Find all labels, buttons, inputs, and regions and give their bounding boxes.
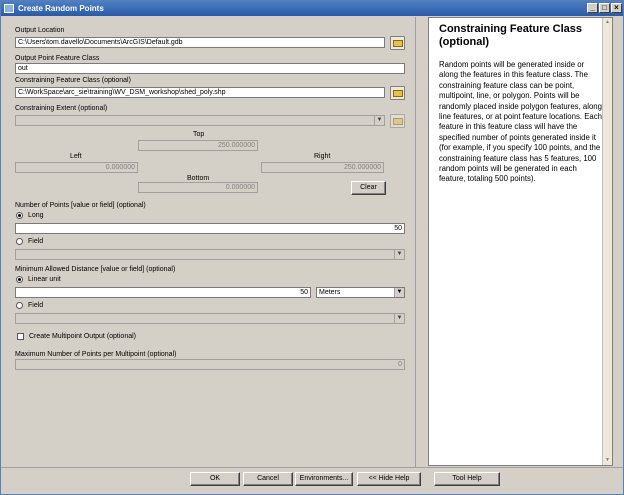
min-distance-label: Minimum Allowed Distance [value or field… [15, 266, 176, 273]
folder-icon [393, 90, 403, 97]
min-distance-unit-value: Meters [319, 289, 341, 296]
extent-right-label: Right [314, 153, 331, 160]
parameters-panel: Output Location C:\Users\tom.davello\Doc… [11, 18, 411, 466]
min-distance-field-label: Field [28, 302, 44, 309]
folder-icon [393, 118, 403, 125]
extent-left-input[interactable]: 0.000000 [15, 162, 138, 173]
maximize-button[interactable]: □ [599, 3, 610, 13]
min-distance-unit-dropdown[interactable]: Meters ▼ [316, 287, 405, 298]
output-location-browse-button[interactable] [390, 36, 405, 50]
help-title: Constraining Feature Class (optional) [439, 23, 583, 48]
num-points-label: Number of Points [value or field] (optio… [15, 202, 146, 209]
extent-top-input[interactable]: 250.000000 [138, 140, 258, 151]
window-title: Create Random Points [18, 4, 104, 13]
environments-button[interactable]: Environments... [295, 472, 353, 486]
constraining-fc-label: Constraining Feature Class (optional) [15, 77, 131, 84]
extent-right-input[interactable]: 250.000000 [261, 162, 384, 173]
close-button[interactable]: × [611, 3, 622, 13]
output-fc-label: Output Point Feature Class [15, 55, 100, 62]
min-distance-value-input[interactable]: 50 [15, 287, 311, 298]
output-fc-input[interactable]: out [15, 63, 405, 74]
help-panel: Constraining Feature Class (optional) Ra… [428, 17, 613, 466]
scroll-down-icon[interactable]: ▼ [603, 456, 612, 465]
scroll-up-icon[interactable]: ▲ [603, 18, 612, 27]
chevron-down-icon: ▼ [394, 314, 404, 323]
create-random-points-window: Create Random Points _ □ × Output Locati… [0, 0, 624, 495]
num-points-field-dropdown[interactable]: ▼ [15, 249, 405, 260]
extent-bottom-input[interactable]: 0.000000 [138, 182, 258, 193]
min-distance-field-radio[interactable] [16, 302, 23, 309]
min-distance-linear-radio[interactable] [16, 276, 23, 283]
tool-icon [4, 4, 14, 13]
ok-button[interactable]: OK [190, 472, 240, 486]
help-body: Random points will be generated inside o… [439, 60, 602, 184]
multipoint-checkbox[interactable] [17, 333, 24, 340]
button-bar-divider [1, 467, 623, 468]
folder-icon [393, 40, 403, 47]
panel-divider [415, 17, 416, 467]
num-points-field-label: Field [28, 238, 44, 245]
constraining-fc-input[interactable]: C:\WorkSpace\arc_sie\training\WV_DSM_wor… [15, 87, 385, 98]
clear-extent-button[interactable]: Clear [351, 181, 386, 195]
max-points-label: Maximum Number of Points per Multipoint … [15, 351, 177, 358]
min-distance-linear-label: Linear unit [28, 276, 61, 283]
num-points-long-label: Long [28, 212, 44, 219]
num-points-long-input[interactable]: 50 [15, 223, 405, 234]
tool-help-button[interactable]: Tool Help [434, 472, 500, 486]
constraining-extent-dropdown[interactable]: ▼ [15, 115, 385, 126]
min-distance-field-dropdown[interactable]: ▼ [15, 313, 405, 324]
num-points-field-radio[interactable] [16, 238, 23, 245]
chevron-down-icon: ▼ [374, 116, 384, 125]
minimize-button[interactable]: _ [587, 3, 598, 13]
constraining-extent-label: Constraining Extent (optional) [15, 105, 108, 112]
multipoint-label: Create Multipoint Output (optional) [29, 333, 136, 340]
num-points-long-radio[interactable] [16, 212, 23, 219]
hide-help-button[interactable]: << Hide Help [357, 472, 421, 486]
extent-browse-button[interactable] [390, 114, 405, 128]
output-location-label: Output Location [15, 27, 65, 34]
output-location-input[interactable]: C:\Users\tom.davello\Documents\ArcGIS\De… [15, 37, 385, 48]
extent-top-label: Top [193, 131, 205, 138]
chevron-down-icon: ▼ [394, 288, 404, 297]
max-points-input[interactable]: 0 [15, 359, 405, 370]
cancel-button[interactable]: Cancel [243, 472, 293, 486]
title-bar[interactable]: Create Random Points _ □ × [1, 1, 623, 16]
extent-left-label: Left [70, 153, 82, 160]
help-scrollbar[interactable]: ▲ ▼ [602, 18, 612, 465]
constraining-fc-browse-button[interactable] [390, 86, 405, 100]
chevron-down-icon: ▼ [394, 250, 404, 259]
